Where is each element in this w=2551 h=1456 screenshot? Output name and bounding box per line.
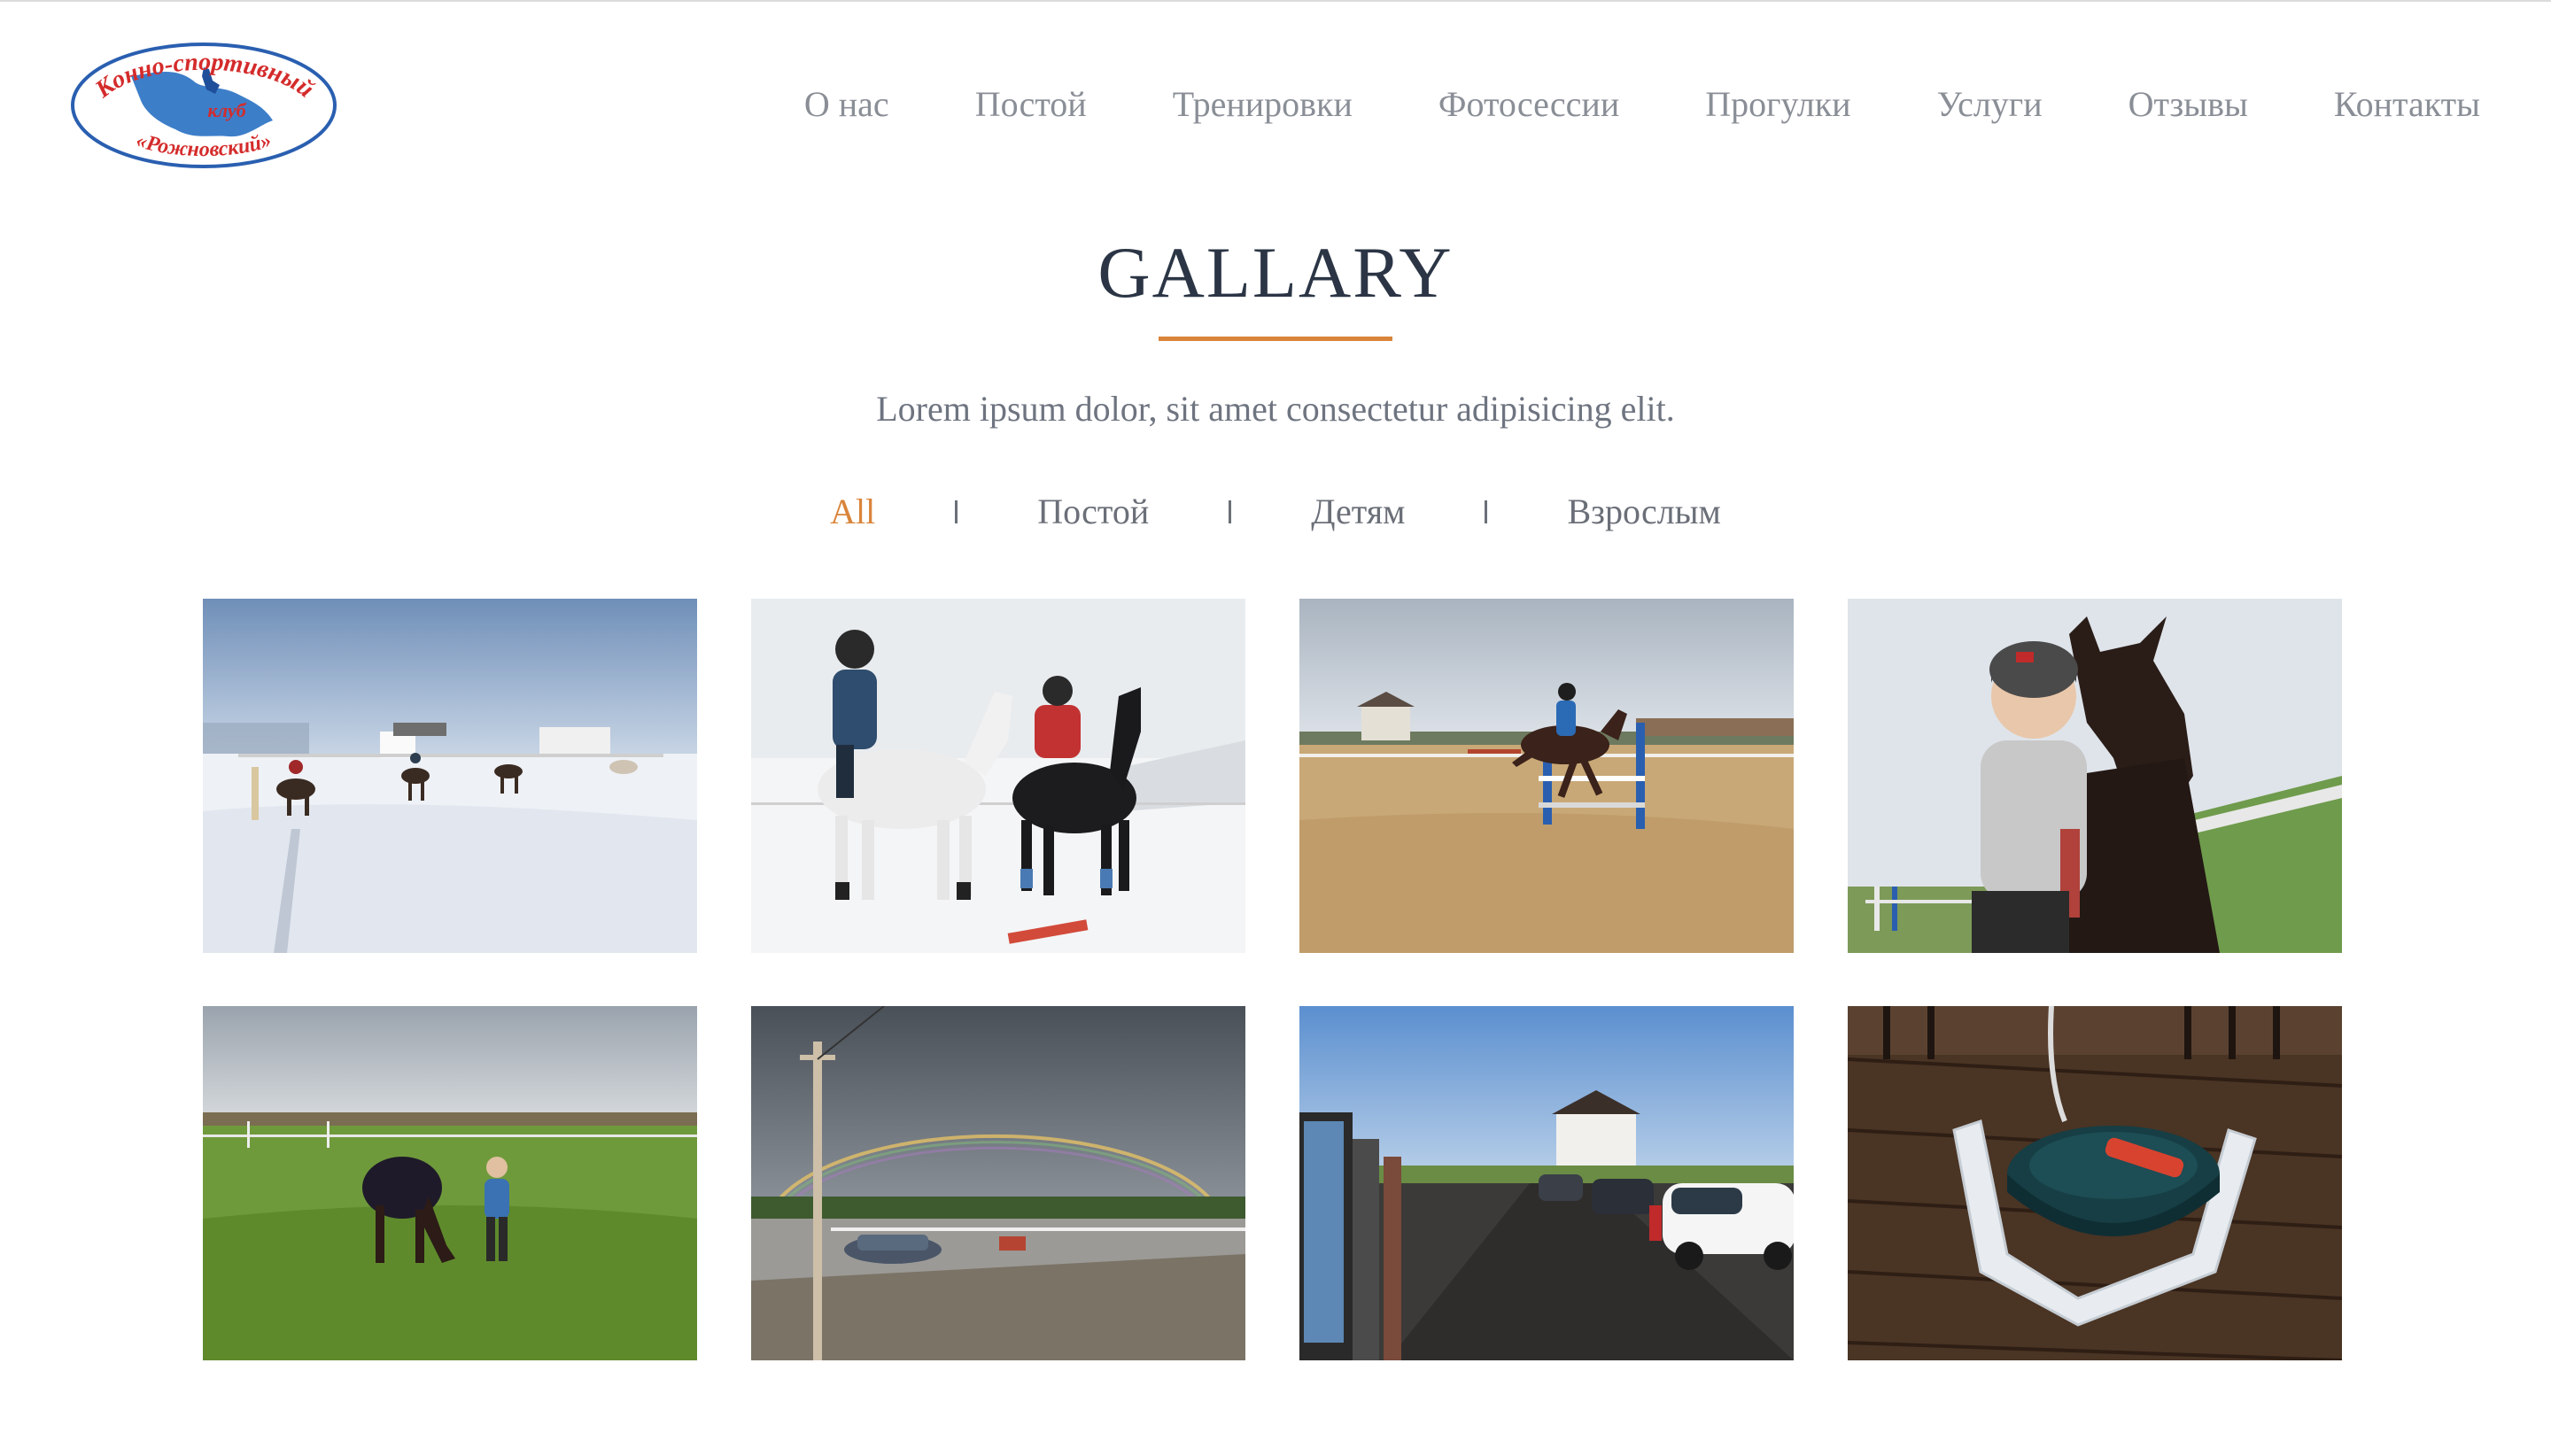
logo-text-middle: клуб [207,99,246,121]
filter-adults[interactable]: Взрослым [1514,487,1773,537]
photo-gallery [203,599,2342,1360]
filter-divider [955,500,958,523]
gallery-photo-snowy-paddock[interactable] [203,599,697,953]
title-underline [1159,337,1392,341]
nav-item-about[interactable]: О нас [804,80,889,129]
gallery-photo-grazing-horse[interactable] [203,1006,697,1360]
gallery-photo-rider-closeup[interactable] [1848,599,2342,953]
main-nav: О нас Постой Тренировки Фотосессии Прогу… [804,80,2480,129]
nav-item-photoshoots[interactable]: Фотосессии [1438,80,1619,129]
filter-all[interactable]: All [777,487,928,537]
nav-item-reviews[interactable]: Отзывы [2128,80,2248,129]
gallery-photo-road-cars[interactable] [1299,1006,1794,1360]
gallery-photo-two-riders[interactable] [751,599,1245,953]
nav-item-services[interactable]: Услуги [1937,80,2043,129]
page: Конно-спортивный клуб «Рожновский» О нас… [0,0,2551,1456]
club-logo[interactable]: Конно-спортивный клуб «Рожновский» [69,41,338,170]
filter-divider [1229,500,1232,523]
section-title: GALLARY [1097,232,1454,313]
nav-item-training[interactable]: Тренировки [1173,80,1353,129]
gallery-photo-show-jumping[interactable] [1299,599,1794,953]
filter-boarding[interactable]: Постой [984,487,1202,537]
nav-item-rides[interactable]: Прогулки [1705,80,1850,129]
filter-divider [1485,500,1488,523]
gallery-photo-rainbow[interactable] [751,1006,1245,1360]
gallery-filters: All Постой Детям Взрослым [0,487,2551,537]
nav-item-boarding[interactable]: Постой [975,80,1087,129]
section-subtitle: Lorem ipsum dolor, sit amet consectetur … [876,389,1675,429]
gallery-photo-stable-bowl[interactable] [1848,1006,2342,1360]
filter-kids[interactable]: Детям [1258,487,1458,537]
nav-item-contacts[interactable]: Контакты [2334,80,2480,129]
